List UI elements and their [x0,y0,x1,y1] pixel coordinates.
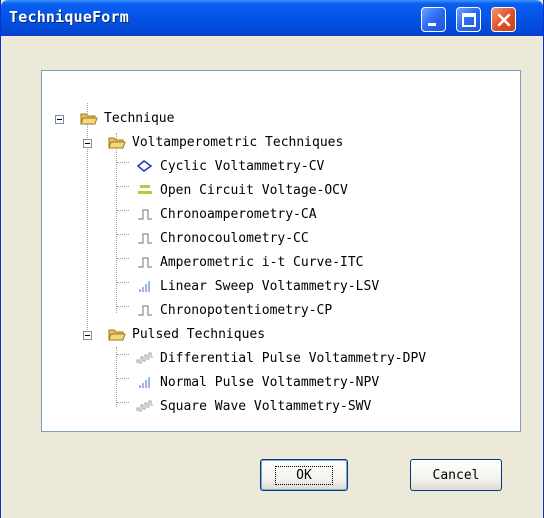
bars-icon [139,377,150,388]
tree-item-ocv[interactable]: Open Circuit Voltage-OCV [136,180,348,200]
tree-item-label: Differential Pulse Voltammetry-DPV [160,350,427,366]
tree-line [87,103,88,336]
tree-line [116,347,117,407]
maximize-button[interactable] [456,7,481,32]
tree-item-label: Cyclic Voltammetry-CV [160,158,325,174]
tree-item-label: Normal Pulse Voltammetry-NPV [160,374,380,390]
maximize-icon [462,13,476,27]
folder-open-icon [108,137,126,149]
tree-node-technique[interactable]: Technique [80,108,174,128]
tree-line [116,133,117,313]
tree-item-npv[interactable]: Normal Pulse Voltammetry-NPV [136,372,379,392]
title-bar[interactable]: TechniqueForm [1,0,543,36]
cancel-button-label: Cancel [432,467,480,483]
cyclic-wave-icon [136,160,153,172]
tree-item-label: Amperometric i-t Curve-ITC [160,254,364,270]
tree-node-label: Voltamperometric Techniques [132,134,344,150]
tree-item-cv[interactable]: Cyclic Voltammetry-CV [136,156,324,176]
tree-item-dpv[interactable]: Differential Pulse Voltammetry-DPV [136,348,426,368]
technique-form-window: TechniqueForm Technique Voltamperometric… [0,0,544,518]
bars-icon [139,281,150,292]
tree-line [117,210,129,211]
step-wave-icon [138,305,152,316]
step-wave-icon [138,209,152,220]
dialog-client: Technique Voltamperometric Techniques Cy… [1,36,543,518]
tree-item-label: Chronoamperometry-CA [160,206,317,222]
pulse-wave-icon [136,400,153,412]
tree-item-label: Square Wave Voltammetry-SWV [160,398,372,414]
root-collapse-toggle[interactable] [55,115,64,124]
ok-button-label: OK [275,465,333,485]
tree-line [117,258,129,259]
folder-open-icon [80,113,98,125]
tree-line [117,282,129,283]
tree-item-swv[interactable]: Square Wave Voltammetry-SWV [136,396,371,416]
tree-item-label: Chronocoulometry-CC [160,230,309,246]
technique-tree[interactable]: Technique Voltamperometric Techniques Cy… [41,70,521,432]
tree-line [117,234,129,235]
tree-line [117,378,129,379]
tree-item-ca[interactable]: Chronoamperometry-CA [136,204,317,224]
tree-line [117,402,129,403]
close-icon [497,13,511,27]
pulse-wave-icon [136,352,153,364]
tree-item-cp[interactable]: Chronopotentiometry-CP [136,300,332,320]
tree-item-itc[interactable]: Amperometric i-t Curve-ITC [136,252,364,272]
tree-node-pulsed[interactable]: Pulsed Techniques [108,324,265,344]
tree-item-label: Chronopotentiometry-CP [160,302,333,318]
tree-line [117,306,129,307]
group-collapse-toggle[interactable] [83,139,92,148]
step-wave-icon [138,233,152,244]
cancel-button[interactable]: Cancel [410,459,502,491]
tree-item-cc[interactable]: Chronocoulometry-CC [136,228,309,248]
minimize-button[interactable] [421,7,446,32]
tree-item-label: Open Circuit Voltage-OCV [160,182,348,198]
ok-button[interactable]: OK [260,459,348,491]
step-wave-icon [138,257,152,268]
tree-line [117,354,129,355]
group-collapse-toggle[interactable] [83,331,92,340]
tree-node-label: Pulsed Techniques [132,326,266,342]
tree-node-voltamperometric[interactable]: Voltamperometric Techniques [108,132,343,152]
minimize-icon [428,23,436,26]
tree-node-label: Technique [104,110,175,126]
tree-line [117,162,129,163]
tree-line [117,186,129,187]
close-button[interactable] [491,7,516,32]
window-title: TechniqueForm [9,8,129,26]
tree-item-lsv[interactable]: Linear Sweep Voltammetry-LSV [136,276,379,296]
tree-item-label: Linear Sweep Voltammetry-LSV [160,278,380,294]
ocv-icon [138,185,152,194]
folder-open-icon [108,329,126,341]
